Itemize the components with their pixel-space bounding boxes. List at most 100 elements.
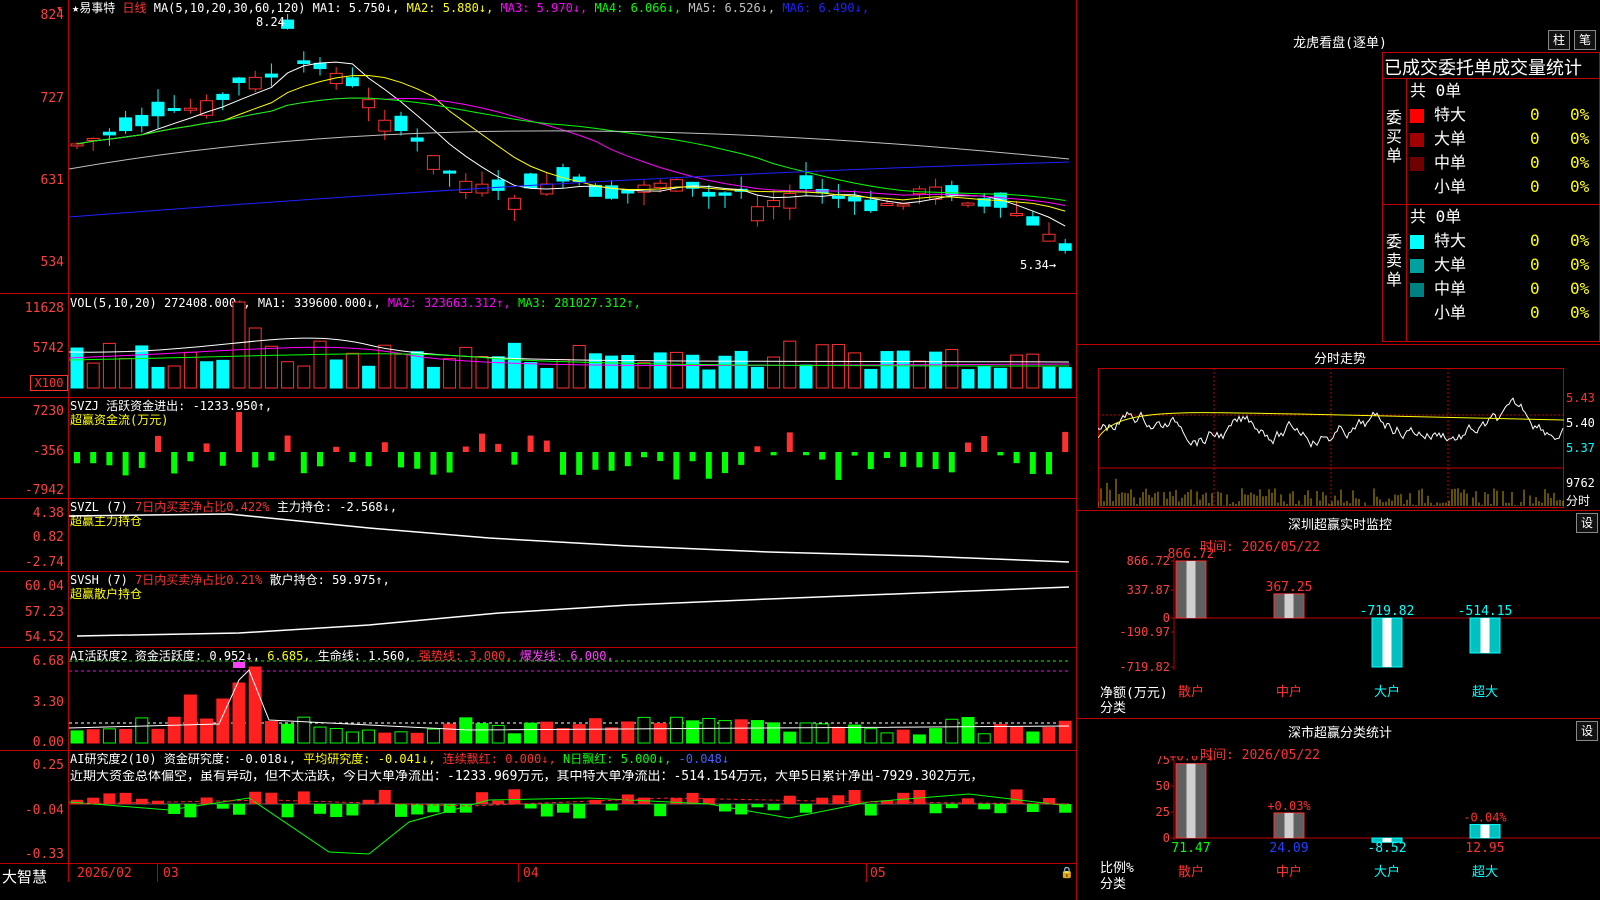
candle-body bbox=[831, 195, 845, 199]
main-holding-chart[interactable] bbox=[69, 500, 1075, 570]
activity-bar bbox=[605, 727, 619, 744]
divider bbox=[1076, 344, 1600, 345]
sz-class-chart[interactable]: 75 50 25 0 散户 中户 大户 超大 71.47 24.09 -8.52 12.95 +0.07… bbox=[1080, 756, 1600, 900]
research-bar bbox=[314, 804, 326, 814]
research-bar bbox=[508, 789, 521, 804]
svzl-tick: 4.38 bbox=[32, 506, 64, 521]
flow-bar bbox=[333, 446, 340, 452]
volume-bar bbox=[831, 344, 845, 389]
divider bbox=[1406, 78, 1407, 342]
flow-bar bbox=[300, 452, 307, 474]
svzl-tick: -2.74 bbox=[24, 555, 64, 570]
order-count: 0 bbox=[1530, 129, 1540, 148]
color-swatch bbox=[1410, 234, 1424, 249]
bar-mode-button[interactable]: 柱 bbox=[1548, 30, 1570, 50]
flow-bar bbox=[171, 452, 178, 474]
volume-bar bbox=[588, 353, 602, 389]
candle-body bbox=[621, 189, 635, 194]
flow-bar bbox=[738, 452, 745, 465]
flow-bar bbox=[187, 452, 194, 462]
activity-bar bbox=[702, 717, 716, 744]
volume-chart[interactable] bbox=[69, 300, 1075, 396]
svsh-tick: 60.04 bbox=[24, 579, 64, 594]
fund-flow-chart[interactable] bbox=[69, 400, 1075, 497]
volume-bar bbox=[605, 355, 619, 389]
order-count: 0 bbox=[1530, 153, 1540, 172]
candlestick-chart[interactable] bbox=[69, 14, 1075, 292]
intraday-chart[interactable] bbox=[1098, 368, 1564, 508]
volume-bar bbox=[70, 347, 84, 389]
category-label: 散户 bbox=[1178, 684, 1204, 700]
period-label[interactable]: 日线 bbox=[122, 1, 146, 15]
ai-activity-chart[interactable] bbox=[69, 650, 1075, 749]
volume-bar bbox=[815, 344, 829, 389]
flow-bar bbox=[705, 452, 712, 479]
panel-divider bbox=[1076, 0, 1077, 900]
line-mode-button[interactable]: 笔 bbox=[1574, 30, 1596, 50]
activity-bar bbox=[1010, 726, 1024, 744]
order-row: 大单 0 0% bbox=[1410, 128, 1598, 150]
order-stats-header: 已成交委托单成交量统计 bbox=[1384, 58, 1582, 79]
sz-monitor-settings-button[interactable]: 设 bbox=[1576, 513, 1598, 533]
volume-bar bbox=[281, 361, 295, 389]
svsh-tick: 57.23 bbox=[24, 605, 64, 620]
color-swatch bbox=[1410, 258, 1424, 273]
color-swatch bbox=[1410, 282, 1424, 297]
volume-bar bbox=[556, 359, 570, 389]
svsh-tick: 54.52 bbox=[24, 630, 64, 645]
volume-bar bbox=[637, 362, 651, 389]
color-swatch bbox=[1410, 306, 1424, 321]
activity-bar bbox=[70, 730, 84, 744]
volume-bar bbox=[135, 345, 149, 389]
dragon-title: 龙虎看盘(逐单) bbox=[1293, 36, 1387, 51]
volume-bar bbox=[151, 366, 165, 389]
activity-bar bbox=[183, 694, 197, 744]
ma-name: MA2: bbox=[399, 1, 443, 15]
sz-class-settings-button[interactable]: 设 bbox=[1576, 721, 1598, 741]
research-bar bbox=[1026, 804, 1039, 813]
kline-tick: 824 bbox=[40, 8, 64, 23]
low-price-label: 5.34→ bbox=[1020, 258, 1057, 272]
volume-bar bbox=[734, 350, 748, 389]
ai-research-chart[interactable] bbox=[69, 752, 1075, 862]
retail-holding-chart[interactable] bbox=[69, 573, 1075, 646]
activity-bar bbox=[248, 666, 262, 744]
category-bar bbox=[1273, 812, 1305, 839]
volume-bar bbox=[961, 369, 975, 389]
flow-bar bbox=[462, 446, 469, 452]
pane-separator bbox=[0, 647, 1076, 648]
order-type: 小单 bbox=[1434, 177, 1467, 196]
ma-values: MA1: 5.750↓, MA2: 5.880↓, MA3: 5.970↓, M… bbox=[313, 1, 869, 15]
stock-name[interactable]: ★易事特 bbox=[72, 1, 115, 15]
activity-bar bbox=[1058, 720, 1072, 744]
research-bar bbox=[670, 798, 683, 804]
flow-bar bbox=[689, 452, 696, 462]
flow-bar bbox=[948, 452, 955, 473]
ma-name: MA1: bbox=[312, 1, 349, 15]
y-tick-label: 0 bbox=[1163, 831, 1170, 845]
x-tick-mark bbox=[518, 864, 519, 882]
candle-body bbox=[119, 117, 133, 132]
activity-bar bbox=[135, 717, 149, 744]
category-label: 散户 bbox=[1178, 864, 1204, 880]
research-bar bbox=[832, 795, 845, 804]
intraday-vol-unit: 分时 bbox=[1566, 494, 1591, 508]
y-tick-label: 50 bbox=[1156, 779, 1170, 793]
order-row: 大单 0 0% bbox=[1410, 254, 1598, 276]
activity-bar bbox=[443, 723, 457, 744]
y-tick-label: -719.82 bbox=[1119, 660, 1170, 674]
candle-body bbox=[102, 131, 116, 136]
activity-bar bbox=[281, 723, 295, 744]
high-price-label: 8.24 bbox=[256, 15, 285, 29]
flow-bar bbox=[932, 452, 939, 470]
volume-bar bbox=[345, 352, 359, 389]
candle-body bbox=[507, 197, 521, 210]
volume-bar bbox=[750, 366, 764, 389]
flow-bar bbox=[1013, 452, 1020, 464]
volume-bar bbox=[1010, 354, 1024, 389]
volume-bar bbox=[313, 340, 327, 389]
lock-icon[interactable]: 🔒 bbox=[1060, 866, 1074, 879]
research-bar bbox=[913, 790, 926, 804]
flow-bar bbox=[867, 452, 874, 470]
bar-value-label: 367.25 bbox=[1266, 580, 1313, 595]
